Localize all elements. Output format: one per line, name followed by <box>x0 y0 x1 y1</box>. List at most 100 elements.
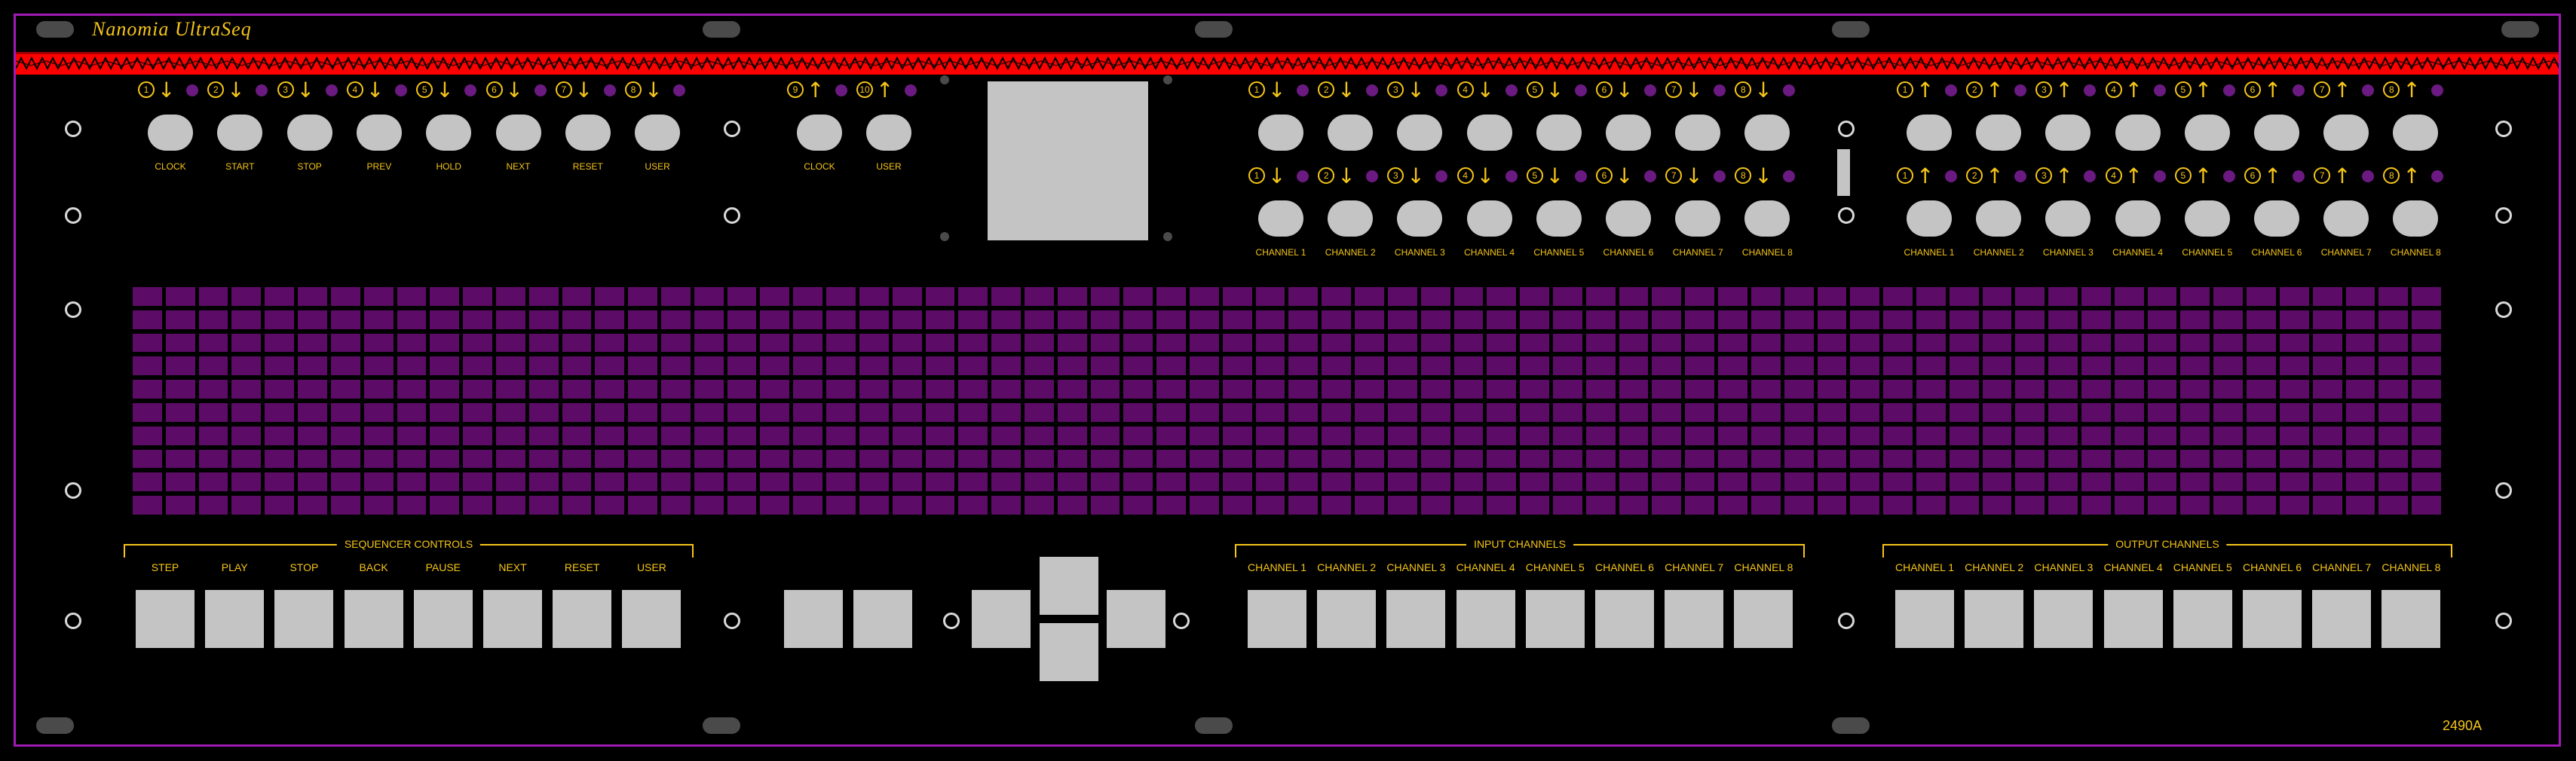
led-grid-pad[interactable] <box>1123 496 1153 515</box>
led-grid-pad[interactable] <box>793 472 823 492</box>
led-grid-pad[interactable] <box>528 496 559 515</box>
led-grid-pad[interactable] <box>2213 496 2244 515</box>
led-grid-pad[interactable] <box>1585 287 1616 306</box>
led-grid-pad[interactable] <box>1420 472 1450 492</box>
cv-input-lower-jack-4[interactable] <box>1466 200 1512 237</box>
led-grid-pad[interactable] <box>1949 496 1979 515</box>
led-grid-pad[interactable] <box>1255 287 1285 306</box>
led-grid-pad[interactable] <box>562 472 592 492</box>
led-grid-pad[interactable] <box>1718 333 1747 353</box>
led-grid-pad[interactable] <box>694 310 724 329</box>
led-grid-pad[interactable] <box>2114 402 2144 422</box>
led-grid-pad[interactable] <box>330 402 360 422</box>
led-grid-pad[interactable] <box>1487 472 1517 492</box>
led-grid-pad[interactable] <box>2412 356 2441 376</box>
led-grid-pad[interactable] <box>1322 426 1352 445</box>
led-grid-pad[interactable] <box>2279 287 2309 306</box>
led-grid-pad[interactable] <box>2247 310 2276 329</box>
led-grid-pad[interactable] <box>2180 333 2210 353</box>
led-grid-pad[interactable] <box>1520 287 1549 306</box>
output-channel-5-button[interactable] <box>2173 590 2232 648</box>
led-grid-pad[interactable] <box>892 333 922 353</box>
led-grid-pad[interactable] <box>397 333 427 353</box>
led-grid-pad[interactable] <box>1883 449 1913 469</box>
led-grid-pad[interactable] <box>1982 496 2012 515</box>
led-grid-pad[interactable] <box>1520 356 1549 376</box>
led-grid-pad[interactable] <box>727 449 757 469</box>
led-grid-pad[interactable] <box>495 496 525 515</box>
led-grid-pad[interactable] <box>397 472 427 492</box>
led-grid-pad[interactable] <box>1850 426 1880 445</box>
led-grid-pad[interactable] <box>1453 356 1484 376</box>
led-grid-pad[interactable] <box>1883 380 1913 399</box>
led-grid-pad[interactable] <box>1652 310 1682 329</box>
led-grid-pad[interactable] <box>826 380 856 399</box>
led-grid-pad[interactable] <box>2378 287 2409 306</box>
led-grid-pad[interactable] <box>1784 333 1814 353</box>
led-grid-pad[interactable] <box>298 449 327 469</box>
led-grid-pad[interactable] <box>1024 426 1054 445</box>
led-grid-pad[interactable] <box>1619 472 1649 492</box>
led-grid-pad[interactable] <box>1453 426 1484 445</box>
led-grid-pad[interactable] <box>1024 287 1054 306</box>
led-grid-pad[interactable] <box>495 426 525 445</box>
led-grid-pad[interactable] <box>859 310 889 329</box>
led-grid-pad[interactable] <box>1553 287 1582 306</box>
led-grid-pad[interactable] <box>1585 310 1616 329</box>
led-grid-pad[interactable] <box>265 380 295 399</box>
led-grid-pad[interactable] <box>1222 496 1252 515</box>
led-grid-pad[interactable] <box>1190 402 1219 422</box>
led-grid-pad[interactable] <box>859 426 889 445</box>
led-grid-pad[interactable] <box>892 472 922 492</box>
led-grid-pad[interactable] <box>1222 402 1252 422</box>
led-grid-pad[interactable] <box>1057 310 1087 329</box>
led-grid-pad[interactable] <box>727 333 757 353</box>
led-grid-pad[interactable] <box>1817 496 1847 515</box>
led-grid-pad[interactable] <box>826 402 856 422</box>
led-grid-pad[interactable] <box>298 333 327 353</box>
led-grid-pad[interactable] <box>1817 310 1847 329</box>
input-channel-5-button[interactable] <box>1525 590 1585 648</box>
led-grid-pad[interactable] <box>760 287 790 306</box>
led-grid-pad[interactable] <box>2015 356 2045 376</box>
led-grid-pad[interactable] <box>463 402 492 422</box>
led-grid-pad[interactable] <box>1057 449 1087 469</box>
led-grid-pad[interactable] <box>2147 472 2177 492</box>
led-grid-pad[interactable] <box>1585 496 1616 515</box>
led-grid-pad[interactable] <box>1057 356 1087 376</box>
led-grid-pad[interactable] <box>1355 472 1384 492</box>
led-grid-pad[interactable] <box>1288 449 1319 469</box>
led-grid-pad[interactable] <box>1751 380 1781 399</box>
led-grid-pad[interactable] <box>892 426 922 445</box>
led-grid-pad[interactable] <box>2147 496 2177 515</box>
led-grid-pad[interactable] <box>1883 402 1913 422</box>
led-grid-pad[interactable] <box>430 472 460 492</box>
led-grid-pad[interactable] <box>1288 356 1319 376</box>
cv-input-lower-jack-2[interactable] <box>1328 200 1374 237</box>
led-grid-pad[interactable] <box>198 426 228 445</box>
led-grid-pad[interactable] <box>430 402 460 422</box>
cv-output-upper-jack-5[interactable] <box>2184 115 2230 151</box>
led-grid-pad[interactable] <box>397 496 427 515</box>
led-grid-pad[interactable] <box>1520 333 1549 353</box>
cv-output-upper-jack-1[interactable] <box>1907 115 1952 151</box>
led-grid-pad[interactable] <box>1916 496 1946 515</box>
led-grid-pad[interactable] <box>628 310 658 329</box>
led-grid-pad[interactable] <box>2147 287 2177 306</box>
led-grid-pad[interactable] <box>991 449 1021 469</box>
led-grid-pad[interactable] <box>1982 380 2012 399</box>
led-grid-pad[interactable] <box>1553 356 1582 376</box>
led-grid-pad[interactable] <box>1850 287 1880 306</box>
led-grid-pad[interactable] <box>363 380 394 399</box>
led-grid-pad[interactable] <box>1949 472 1979 492</box>
led-grid-pad[interactable] <box>298 426 327 445</box>
led-grid-pad[interactable] <box>1420 402 1450 422</box>
led-grid-pad[interactable] <box>1850 449 1880 469</box>
led-grid-pad[interactable] <box>2015 449 2045 469</box>
led-grid-pad[interactable] <box>2147 310 2177 329</box>
led-grid-pad[interactable] <box>1190 449 1219 469</box>
led-grid-pad[interactable] <box>826 287 856 306</box>
led-grid-pad[interactable] <box>1255 496 1285 515</box>
led-grid-pad[interactable] <box>2247 333 2276 353</box>
led-grid-pad[interactable] <box>793 356 823 376</box>
